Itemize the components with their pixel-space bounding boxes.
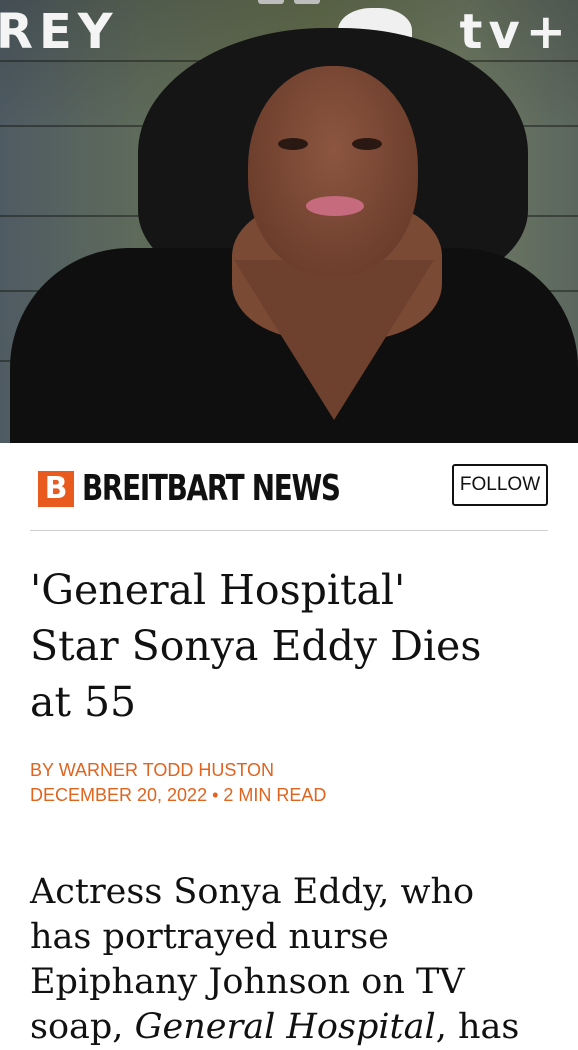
body-line: Epiphany Johnson on TV (30, 962, 465, 1002)
body-line: soap, (30, 1007, 135, 1047)
headline-line: at 55 (30, 678, 137, 726)
body-line: has portrayed nurse (30, 917, 389, 957)
lips-shape (306, 196, 364, 216)
body-line: Actress Sonya Eddy, who (30, 872, 475, 912)
top-drag-handles (0, 0, 578, 10)
follow-button[interactable]: FOLLOW (452, 464, 548, 506)
publisher-bar: B BREITBART NEWS FOLLOW (30, 462, 548, 512)
article-byline: BY WARNER TODD HUSTON DECEMBER 20, 2022 … (30, 758, 550, 808)
face-shape (248, 66, 418, 276)
drag-handle-right (294, 0, 320, 4)
body-line: , has (435, 1007, 520, 1047)
eye-left (278, 138, 308, 150)
divider (30, 530, 548, 531)
headline-line: Star Sonya Eddy Dies (30, 622, 482, 670)
drag-handle-left (258, 0, 284, 4)
show-title: General Hospital (134, 1007, 436, 1047)
publisher-name: BREITBART NEWS (82, 468, 341, 509)
article-body: Actress Sonya Eddy, who has portrayed nu… (30, 870, 560, 1050)
article-headline: 'General Hospital' Star Sonya Eddy Dies … (30, 562, 550, 730)
author-link[interactable]: BY WARNER TODD HUSTON (30, 758, 550, 783)
backdrop-text-right: tv+ (459, 4, 572, 60)
hero-image[interactable]: REY tv+ (0, 0, 578, 443)
backdrop-text-left: REY (0, 4, 119, 60)
headline-line: 'General Hospital' (30, 566, 406, 614)
date-read-time: DECEMBER 20, 2022 • 2 MIN READ (30, 785, 327, 805)
publisher-logo[interactable]: B BREITBART NEWS (38, 468, 382, 509)
eye-right (352, 138, 382, 150)
breitbart-b-icon: B (38, 470, 74, 507)
neckline-shape (234, 260, 434, 420)
